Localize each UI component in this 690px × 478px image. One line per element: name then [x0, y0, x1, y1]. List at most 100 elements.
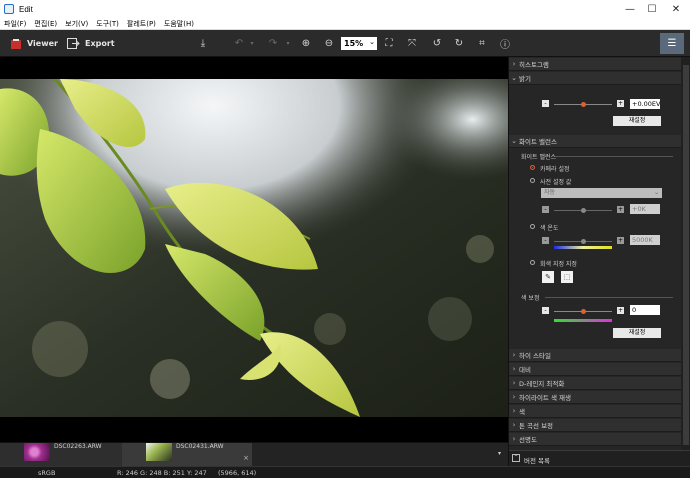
gray-point-frame-icon[interactable]: ⬚: [561, 271, 573, 283]
close-button[interactable]: ✕: [664, 0, 688, 18]
photo-image: [0, 79, 508, 417]
section-label: 화이트 밸런스: [519, 138, 557, 146]
tint-reset-button[interactable]: 재설정: [613, 328, 661, 338]
section-tone-curve[interactable]: › 톤 곡선 보정: [509, 419, 681, 432]
section-label: 하이 스타일: [519, 352, 551, 360]
toolbar: Viewer Export ⤓ ↶ ▾ ↷ ▾ ⊕ ⊖ 15% ⌄ ⛶ ⤧ ↺ …: [0, 30, 690, 57]
chevron-down-icon: ⌄: [511, 74, 517, 82]
radio-color-temp[interactable]: [530, 224, 535, 229]
menu-palette[interactable]: 팔레트(P): [123, 19, 160, 29]
chevron-right-icon: ›: [512, 379, 516, 387]
radio-preset-label: 사전 설정 값: [540, 179, 572, 186]
rotate-left-icon[interactable]: ↺: [430, 36, 444, 50]
menu-help[interactable]: 도움말(H): [160, 19, 198, 29]
chevron-right-icon: ›: [512, 407, 516, 415]
chevron-right-icon: ›: [512, 435, 516, 443]
redo-icon[interactable]: ↷: [266, 36, 280, 50]
full-size-icon[interactable]: ⤧: [405, 36, 419, 50]
section-highlight[interactable]: › 하이라이트 색 재생: [509, 391, 681, 404]
preset-slider-handle[interactable]: [581, 208, 586, 213]
chevron-right-icon: ›: [512, 60, 516, 68]
chevron-down-icon: ⌄: [653, 189, 659, 196]
crop-icon[interactable]: ⌗: [475, 36, 489, 50]
image-viewer[interactable]: [0, 57, 508, 442]
rotate-right-icon[interactable]: ↻: [452, 36, 466, 50]
tint-slider-handle[interactable]: [581, 309, 586, 314]
filmstrip-dropdown-icon[interactable]: ▾: [498, 450, 501, 457]
temp-plus-button[interactable]: +: [617, 237, 624, 244]
section-brightness[interactable]: ⌄ 밝기: [509, 72, 681, 85]
radio-camera-setting[interactable]: [530, 165, 535, 170]
tint-plus-button[interactable]: +: [617, 307, 624, 314]
temp-gradient: [554, 246, 612, 249]
filmstrip-item[interactable]: DSC02263.ARW ×: [0, 443, 130, 467]
minimize-button[interactable]: —: [618, 0, 642, 18]
temp-minus-button[interactable]: -: [542, 237, 549, 244]
version-list-bar[interactable]: ⌃ 버전 목록: [509, 450, 690, 466]
maximize-button[interactable]: ☐: [640, 0, 664, 18]
undo-dropdown-icon[interactable]: ▾: [248, 36, 256, 50]
menu-file[interactable]: 파일(F): [0, 19, 30, 29]
chevron-right-icon: ›: [512, 393, 516, 401]
color-space: sRGB: [38, 469, 56, 477]
brightness-slider-handle[interactable]: [581, 102, 586, 107]
brightness-minus-button[interactable]: -: [542, 100, 549, 107]
menu-tools[interactable]: 도구(T): [92, 19, 123, 29]
fit-screen-icon[interactable]: ⛶: [382, 36, 396, 50]
tint-minus-button[interactable]: -: [542, 307, 549, 314]
section-sharpness[interactable]: › 선명도: [509, 433, 681, 446]
close-icon[interactable]: ×: [243, 454, 249, 462]
panel-scrollbar[interactable]: [681, 57, 690, 455]
redo-dropdown-icon[interactable]: ▾: [284, 36, 292, 50]
section-contrast[interactable]: › 대비: [509, 363, 681, 376]
section-label: 하이라이트 색 재생: [519, 394, 571, 402]
preset-value-field[interactable]: +0K: [630, 204, 660, 214]
zoom-select[interactable]: 15% ⌄: [341, 37, 377, 50]
temp-slider-handle[interactable]: [581, 239, 586, 244]
section-label: 선명도: [519, 436, 537, 444]
menu-edit[interactable]: 편집(E): [30, 19, 61, 29]
temp-value-field[interactable]: 5000K: [630, 235, 660, 245]
preset-dropdown[interactable]: 자동 ⌄: [541, 188, 662, 198]
app-icon: [4, 4, 14, 14]
brightness-plus-button[interactable]: +: [617, 100, 624, 107]
chevron-right-icon: ›: [512, 421, 516, 429]
eyedropper-icon[interactable]: ✎: [542, 271, 554, 283]
zoom-in-icon[interactable]: ⊕: [299, 36, 313, 50]
radio-gray-point[interactable]: [530, 260, 535, 265]
version-list-label: 버전 목록: [524, 457, 550, 465]
section-color[interactable]: › 색: [509, 405, 681, 418]
section-label: D-레인지 최적화: [519, 380, 565, 388]
section-high-style[interactable]: › 하이 스타일: [509, 349, 681, 362]
brightness-value-field[interactable]: +0.00EV: [630, 99, 660, 109]
section-white-balance[interactable]: ⌄ 화이트 밸런스: [509, 135, 681, 148]
thumbnail-filename: DSC02263.ARW: [54, 443, 102, 450]
section-histogram[interactable]: › 히스토그램: [509, 58, 681, 71]
export-button[interactable]: Export: [67, 30, 115, 57]
filmstrip: ◂ DSC02263.ARW × DSC02431.ARW × ▾: [0, 442, 508, 467]
undo-icon[interactable]: ↶: [232, 36, 246, 50]
section-label: 밝기: [519, 75, 531, 83]
scrollbar-thumb[interactable]: [683, 65, 689, 445]
thumbnail: [24, 443, 50, 461]
radio-preset[interactable]: [530, 178, 535, 183]
chevron-right-icon: ›: [512, 365, 516, 373]
filmstrip-item-selected[interactable]: DSC02431.ARW ×: [122, 443, 252, 467]
tint-group-label: 색 보정: [521, 295, 540, 302]
info-icon[interactable]: ⓘ: [498, 36, 512, 51]
wb-group-label: 화이트 밸런스: [521, 154, 557, 161]
brightness-reset-button[interactable]: 재설정: [613, 116, 661, 126]
tint-value-field[interactable]: 0: [630, 305, 660, 315]
divider: [555, 156, 673, 157]
export-label: Export: [85, 39, 115, 48]
section-drange[interactable]: › D-레인지 최적화: [509, 377, 681, 390]
adjust-panel-toggle-icon[interactable]: ☰: [660, 33, 684, 54]
preset-minus-button[interactable]: -: [542, 206, 549, 213]
download-icon[interactable]: ⤓: [196, 36, 210, 50]
divider: [545, 297, 673, 298]
zoom-out-icon[interactable]: ⊖: [322, 36, 336, 50]
title-bar: Edit — ☐ ✕: [0, 0, 690, 18]
menu-view[interactable]: 보기(V): [61, 19, 92, 29]
preset-plus-button[interactable]: +: [617, 206, 624, 213]
viewer-button[interactable]: Viewer: [10, 30, 58, 57]
